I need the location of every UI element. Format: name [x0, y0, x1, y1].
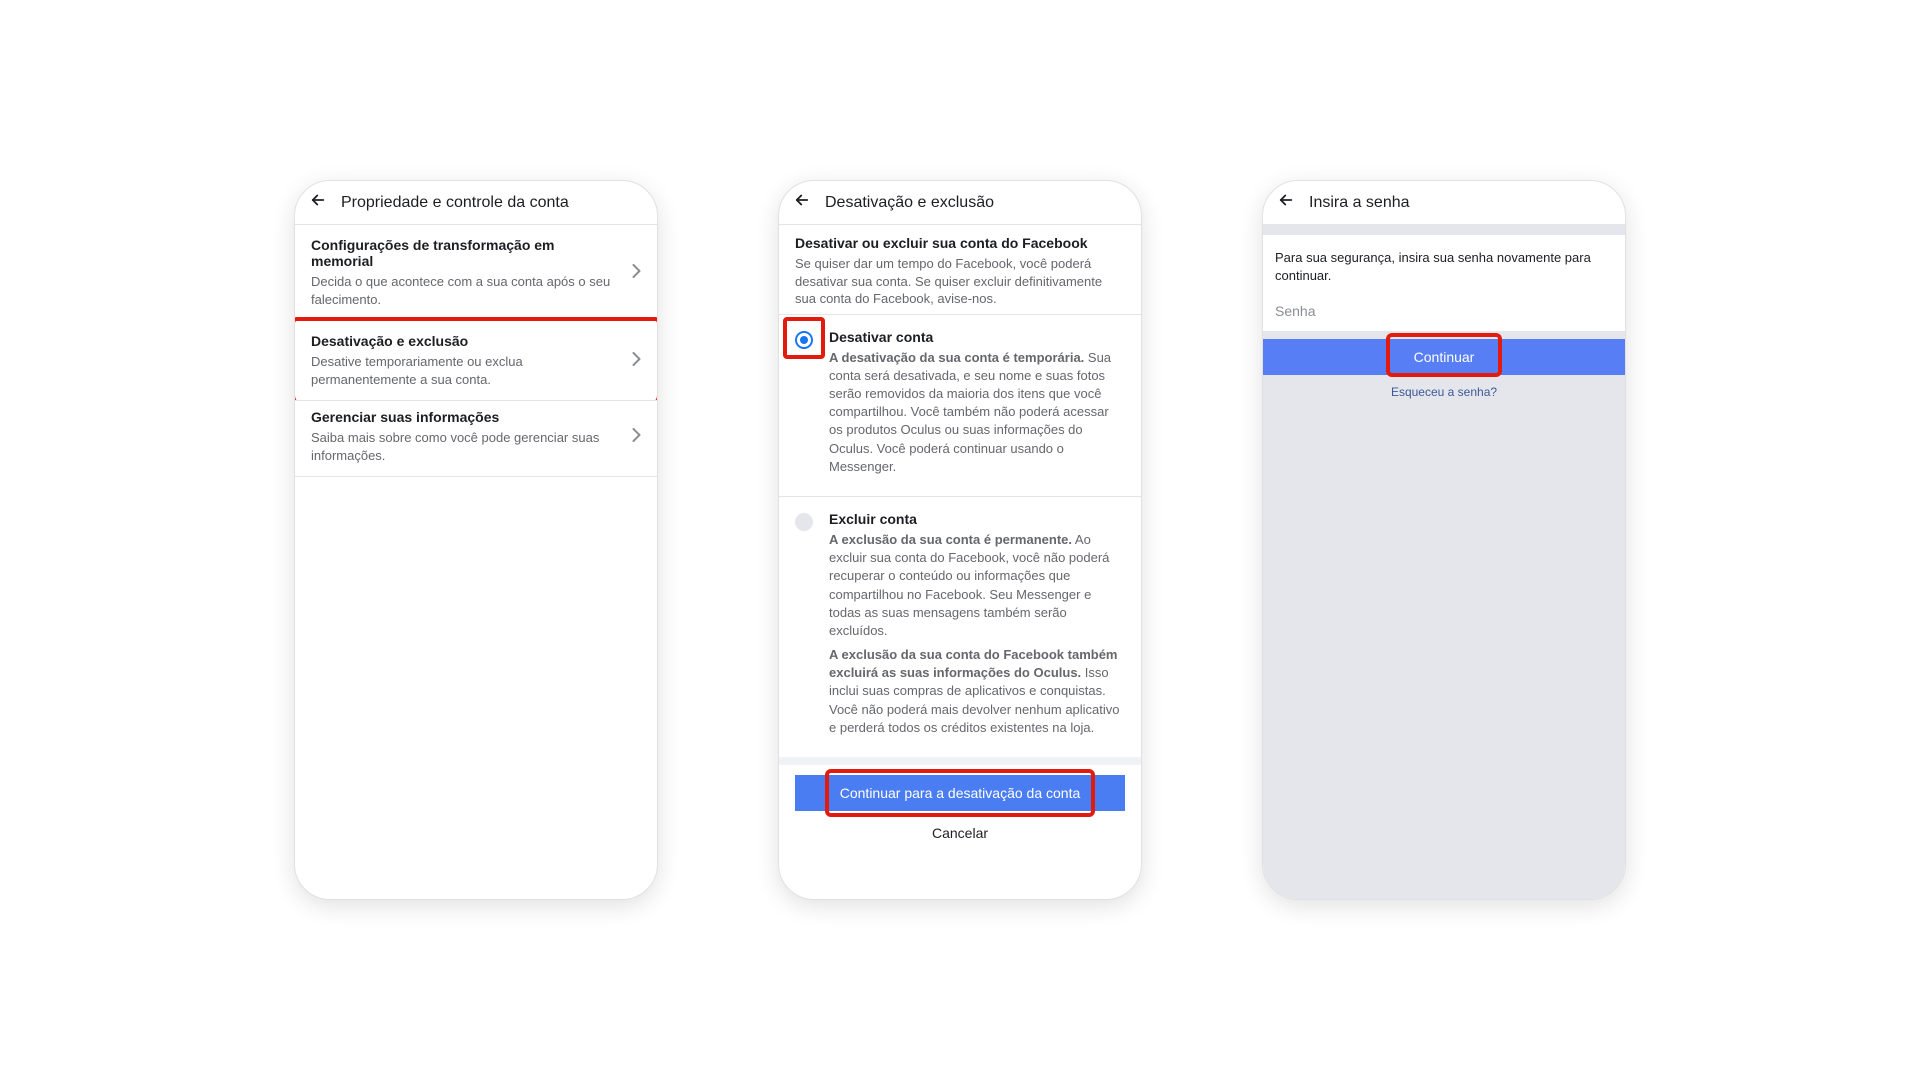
option-title: Desativar conta [829, 329, 1125, 345]
continue-button[interactable]: Continuar [1263, 339, 1625, 375]
phone-deactivation-deletion: Desativação e exclusão Desativar ou excl… [778, 180, 1142, 900]
list-item-subtitle: Desative temporariamente ou exclua perma… [311, 353, 620, 388]
chevron-right-icon [632, 352, 641, 369]
list-item-title: Desativação e exclusão [311, 333, 620, 349]
option-bold-text: A desativação da sua conta é temporária. [829, 350, 1084, 365]
list-item-title: Gerenciar suas informações [311, 409, 620, 425]
list-item-subtitle: Saiba mais sobre como você pode gerencia… [311, 429, 620, 464]
intro-block: Desativar ou excluir sua conta do Facebo… [779, 225, 1141, 314]
option-deactivate[interactable]: Desativar conta A desativação da sua con… [779, 314, 1141, 496]
intro-subtitle: Se quiser dar um tempo do Facebook, você… [795, 255, 1125, 308]
deactivation-panel: Desativar ou excluir sua conta do Facebo… [779, 225, 1141, 899]
top-bar: Insira a senha [1263, 181, 1625, 225]
password-field[interactable]: Senha [1275, 301, 1613, 321]
list-item-deactivation-deletion[interactable]: Desativação e exclusão Desative temporar… [295, 317, 657, 401]
list-item-manage-info[interactable]: Gerenciar suas informações Saiba mais so… [295, 397, 657, 477]
back-arrow-icon[interactable] [309, 191, 327, 214]
radio-delete[interactable] [795, 513, 813, 531]
page-title: Insira a senha [1309, 194, 1410, 212]
option-description: A desativação da sua conta é temporária.… [829, 349, 1125, 476]
bottom-action-bar: Continuar para a desativação da conta Ca… [779, 757, 1141, 849]
back-arrow-icon[interactable] [1277, 191, 1295, 214]
option-delete[interactable]: Excluir conta A exclusão da sua conta é … [779, 496, 1141, 757]
forgot-password-link[interactable]: Esqueceu a senha? [1263, 375, 1625, 399]
top-bar: Propriedade e controle da conta [295, 181, 657, 225]
chevron-right-icon [632, 428, 641, 445]
top-bar: Desativação e exclusão [779, 181, 1141, 225]
option-description-2: A exclusão da sua conta do Facebook tamb… [829, 646, 1125, 737]
list-item-subtitle: Decida o que acontece com a sua conta ap… [311, 273, 620, 308]
list-item-memorial[interactable]: Configurações de transformação em memori… [295, 225, 657, 321]
option-bold-text: A exclusão da sua conta é permanente. [829, 532, 1072, 547]
highlight-box [783, 317, 825, 359]
spacer [1263, 225, 1625, 235]
page-title: Desativação e exclusão [825, 194, 994, 212]
password-card: Para sua segurança, insira sua senha nov… [1263, 235, 1625, 331]
continue-row: Continuar [1263, 331, 1625, 375]
phone-ownership-control: Propriedade e controle da conta Configur… [294, 180, 658, 900]
phone-enter-password: Insira a senha Para sua segurança, insir… [1262, 180, 1626, 900]
option-title: Excluir conta [829, 511, 1125, 527]
option-bold-text: A exclusão da sua conta do Facebook tamb… [829, 647, 1118, 680]
list-item-title: Configurações de transformação em memori… [311, 237, 620, 269]
password-prompt: Para sua segurança, insira sua senha nov… [1275, 249, 1613, 285]
settings-list: Configurações de transformação em memori… [295, 225, 657, 899]
password-panel: Para sua segurança, insira sua senha nov… [1263, 225, 1625, 899]
intro-title: Desativar ou excluir sua conta do Facebo… [795, 235, 1125, 251]
cancel-button[interactable]: Cancelar [795, 819, 1125, 843]
option-description-1: A exclusão da sua conta é permanente. Ao… [829, 531, 1125, 640]
page-title: Propriedade e controle da conta [341, 194, 569, 212]
chevron-right-icon [632, 264, 641, 281]
back-arrow-icon[interactable] [793, 191, 811, 214]
continue-deactivation-button[interactable]: Continuar para a desativação da conta [795, 775, 1125, 811]
option-body-text: Sua conta será desativada, e seu nome e … [829, 350, 1111, 474]
option-body-text: Ao excluir sua conta do Facebook, você n… [829, 532, 1109, 638]
